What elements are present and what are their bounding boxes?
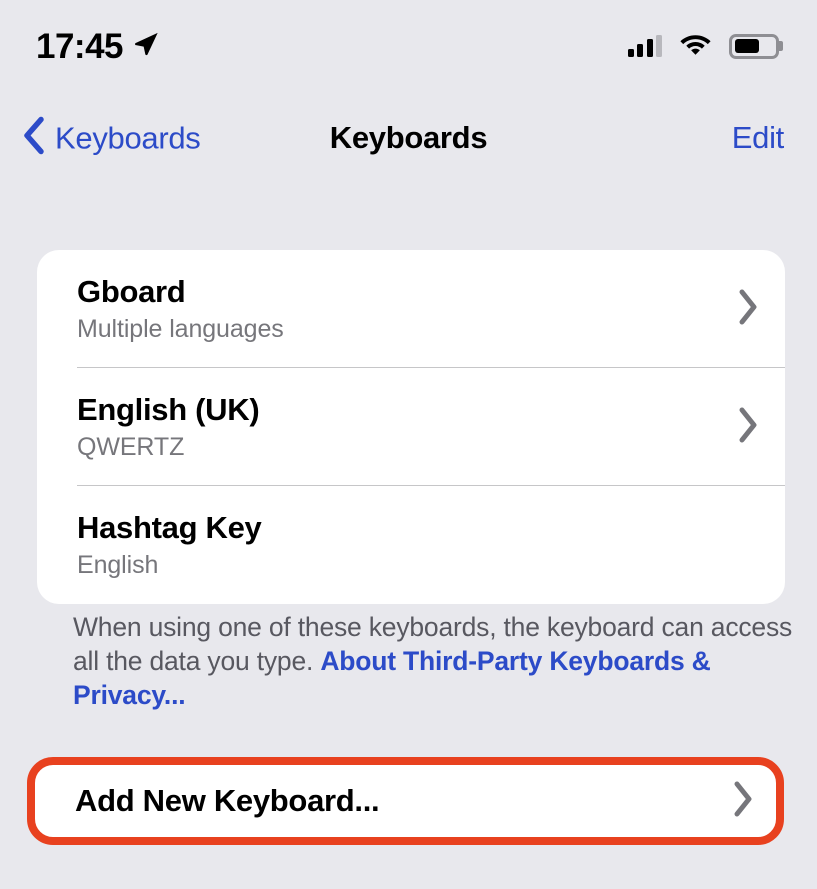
status-bar: 17:45: [0, 0, 817, 92]
add-new-keyboard-button[interactable]: Add New Keyboard...: [27, 757, 784, 845]
status-bar-right: [627, 32, 783, 61]
chevron-left-icon: [22, 116, 46, 160]
list-item-text: Gboard Multiple languages: [77, 274, 284, 344]
privacy-footer-note: When using one of these keyboards, the k…: [73, 611, 815, 713]
list-item-title: Gboard: [77, 273, 186, 309]
list-item-title: Hashtag Key: [77, 509, 262, 545]
status-bar-left: 17:45: [36, 29, 160, 64]
list-item-text: Hashtag Key English: [77, 510, 262, 580]
chevron-right-icon: [732, 781, 754, 822]
back-button[interactable]: Keyboards: [22, 116, 201, 160]
chevron-right-icon: [737, 289, 759, 330]
back-button-label: Keyboards: [55, 120, 201, 155]
navigation-bar: Keyboards Keyboards Edit: [0, 92, 817, 184]
add-new-keyboard-label: Add New Keyboard...: [75, 783, 380, 818]
iphone-settings-screen: 17:45 Keyboards Keyboards Edit Gboard Mu…: [0, 0, 817, 889]
chevron-right-icon: [737, 407, 759, 448]
location-arrow-icon: [132, 30, 160, 63]
list-item-subtitle: QWERTZ: [77, 433, 185, 462]
list-item-hashtag-key[interactable]: Hashtag Key English: [37, 486, 785, 604]
list-item-text: English (UK) QWERTZ: [77, 391, 260, 462]
list-item-gboard[interactable]: Gboard Multiple languages: [37, 250, 785, 368]
cellular-bars-icon: [627, 35, 662, 57]
wifi-icon: [679, 32, 712, 61]
list-item-english-uk[interactable]: English (UK) QWERTZ: [37, 368, 785, 486]
list-item-title: English (UK): [77, 391, 260, 427]
keyboards-list-card: Gboard Multiple languages English (UK) Q…: [37, 250, 785, 604]
edit-button[interactable]: Edit: [732, 120, 785, 156]
list-item-subtitle: Multiple languages: [77, 315, 284, 344]
page-title: Keyboards: [329, 120, 488, 155]
status-time: 17:45: [36, 26, 124, 66]
list-item-subtitle: English: [77, 551, 159, 580]
battery-icon: [729, 33, 783, 59]
